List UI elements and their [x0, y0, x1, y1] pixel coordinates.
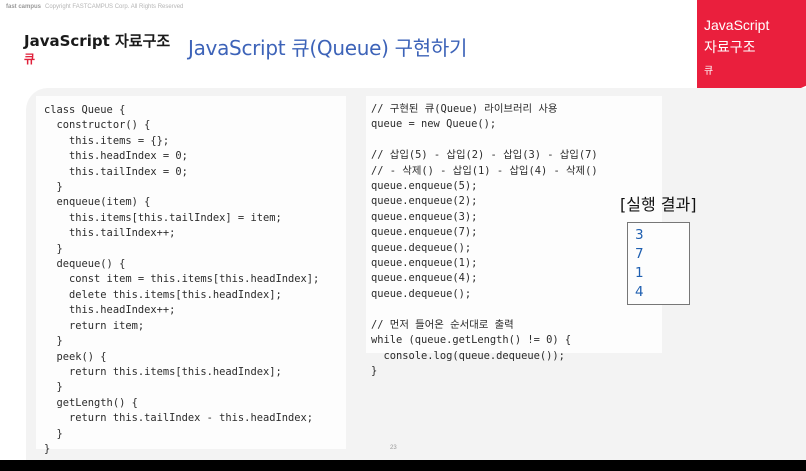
result-box: 3 7 1 4	[627, 222, 690, 305]
section-subtitle: 큐	[24, 52, 36, 66]
ribbon-line-2: 자료구조	[704, 40, 756, 56]
slide-title: JavaScript 큐(Queue) 구현하기	[188, 36, 468, 60]
top-bar: fast campus Copyright FASTCAMPUS Corp. Al…	[0, 0, 806, 18]
bottom-bar	[0, 460, 806, 471]
result-value: 4	[635, 284, 644, 300]
queue-class-code: class Queue { constructor() { this.items…	[44, 104, 320, 455]
brand-watermark: fast campus Copyright FASTCAMPUS Corp. Al…	[6, 4, 183, 10]
brand-copyright: Copyright FASTCAMPUS Corp. All Rights Re…	[45, 4, 184, 10]
brand-name: fast campus	[6, 4, 42, 10]
result-label: [실행 결과]	[620, 195, 697, 214]
ribbon-line-3: 큐	[704, 66, 714, 77]
queue-class-code-panel: class Queue { constructor() { this.items…	[36, 96, 346, 455]
section-title: JavaScript 자료구조	[24, 32, 171, 50]
queue-usage-code-panel: // 구현된 큐(Queue) 라이브러리 사용 queue = new Que…	[366, 96, 662, 377]
result-value: 1	[635, 265, 644, 281]
result-value: 7	[635, 246, 644, 262]
page-number: 23	[390, 445, 397, 451]
result-value: 3	[635, 227, 644, 243]
ribbon-line-1: JavaScript	[704, 17, 770, 33]
queue-usage-code: // 구현된 큐(Queue) 라이브러리 사용 queue = new Que…	[371, 103, 598, 377]
